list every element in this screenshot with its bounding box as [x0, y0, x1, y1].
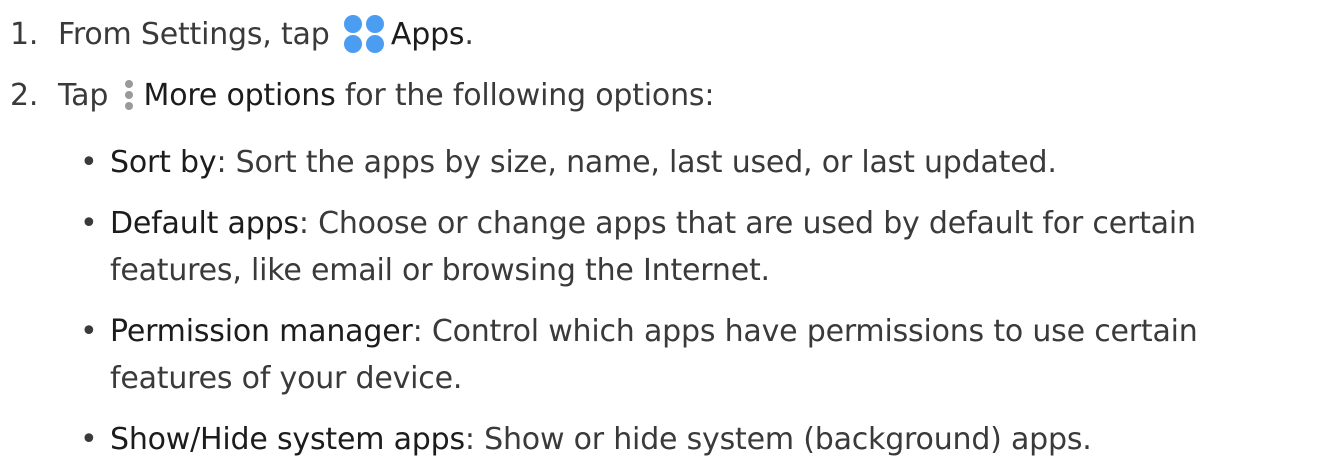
more-options-icon: [120, 75, 138, 115]
bullet-marker: •: [80, 422, 98, 457]
step-number: 1.: [10, 17, 39, 52]
bullet-marker: •: [80, 145, 98, 180]
step-text: Tap: [58, 78, 109, 113]
list-item: • Default apps: Choose or change apps tha…: [80, 204, 1338, 291]
options-list: • Sort by: Sort the apps by size, name, l…: [80, 143, 1338, 460]
step-number: 2.: [10, 78, 39, 113]
list-item: • Show/Hide system apps: Show or hide sys…: [80, 420, 1338, 460]
option-description: : Choose or change apps that are used by…: [298, 206, 1196, 241]
option-description: : Show or hide system (background) apps.: [464, 422, 1092, 457]
more-options-label: More options: [143, 78, 336, 113]
bullet-marker: •: [80, 206, 98, 241]
bullet-marker: •: [80, 314, 98, 349]
step-1: 1. From Settings, tap Apps.: [10, 14, 474, 55]
apps-icon: [341, 14, 389, 54]
option-description-cont: features, like email or browsing the Int…: [110, 253, 770, 288]
step-text-end: .: [464, 17, 474, 52]
document: 1. From Settings, tap Apps. 2. Tap More op…: [0, 0, 1338, 464]
list-item: • Sort by: Sort the apps by size, name, l…: [80, 143, 1338, 183]
list-item: • Permission manager: Control which apps …: [80, 312, 1338, 399]
option-term: Permission manager: [110, 314, 413, 349]
option-term: Sort by: [110, 145, 217, 180]
option-description: : Control which apps have permissions to…: [412, 314, 1198, 349]
step-text-end: for the following options:: [344, 78, 715, 113]
option-description: : Sort the apps by size, name, last used…: [216, 145, 1057, 180]
step-2: 2. Tap More options for the following opt…: [10, 75, 714, 116]
step-text: From Settings, tap: [58, 17, 330, 52]
option-description-cont: features of your device.: [110, 361, 463, 396]
apps-label: Apps: [390, 17, 465, 52]
option-term: Show/Hide system apps: [110, 422, 465, 457]
option-term: Default apps: [110, 206, 299, 241]
